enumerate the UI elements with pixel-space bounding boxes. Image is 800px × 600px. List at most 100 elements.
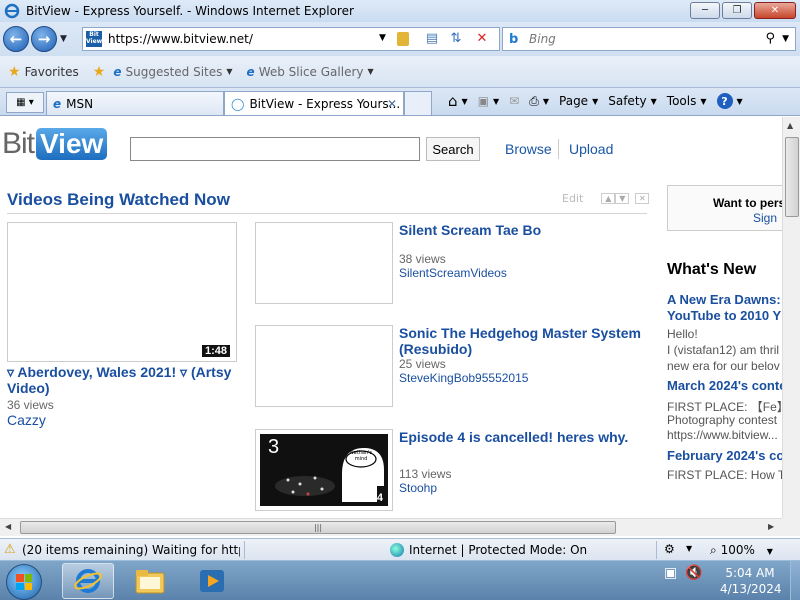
new-tab-button[interactable] (404, 91, 432, 115)
quick-tabs-button[interactable]: ▦ ▾ (6, 92, 44, 113)
zoom-control[interactable]: ⌕ 100% ▼ (710, 543, 773, 558)
close-section-icon[interactable]: ✕ (635, 193, 650, 204)
restore-button[interactable]: ❐ (722, 2, 752, 19)
video-user[interactable]: Stoohp (399, 481, 644, 495)
favorites-button[interactable]: ★ Favorites (8, 64, 79, 80)
minimize-button[interactable]: ─ (690, 2, 720, 19)
video-thumbnail[interactable]: 3 Nathan's mind 7:14 (255, 429, 393, 511)
chevron-down-icon[interactable]: ▼ (686, 544, 692, 553)
sign-in-link[interactable]: Sign (753, 211, 777, 225)
back-button[interactable]: ← (3, 26, 29, 52)
news-heading[interactable]: February 2024's co (667, 448, 782, 463)
taskbar-internet-explorer[interactable] (62, 563, 114, 599)
volume-muted-icon[interactable]: 🔇 (685, 565, 702, 581)
news-heading[interactable]: A New Era Dawns: (667, 292, 782, 307)
show-desktop-button[interactable] (790, 561, 800, 600)
video-user[interactable]: SilentScreamVideos (399, 266, 644, 280)
featured-video-info: ▿ Aberdovey, Wales 2021! ▿ (Artsy Video)… (7, 364, 237, 428)
sign-in-box: Want to pers Sign (667, 185, 782, 231)
video-info: Sonic The Hedgehog Master System (Resubi… (399, 325, 644, 385)
refresh-icon[interactable]: ⇅ (447, 31, 465, 47)
mail-icon: ✉ (509, 94, 520, 108)
horizontal-scrollbar[interactable]: ◀ ||| ▶ (0, 518, 782, 536)
search-dropdown-icon[interactable]: ▼ (782, 34, 789, 44)
featured-video-user[interactable]: Cazzy (7, 412, 237, 428)
video-duration: 1:48 (201, 345, 230, 357)
bitview-logo[interactable]: Bit View (2, 127, 108, 161)
featured-video-title[interactable]: ▿ Aberdovey, Wales 2021! ▿ (Artsy Video) (7, 364, 237, 396)
address-bar[interactable]: Bit View https://www.bitview.net/ ▼ ▤ ⇅ ✕ (82, 27, 500, 51)
upload-link[interactable]: Upload (569, 141, 613, 157)
ie-icon (74, 569, 102, 593)
home-button[interactable]: ⌂ ▼ (448, 92, 468, 110)
scroll-right-icon[interactable]: ▶ (768, 522, 774, 531)
sign-in-box-title: Want to pers (713, 196, 782, 210)
tools-menu[interactable]: Tools ▼ (667, 94, 707, 108)
tab-bitview[interactable]: ◯ BitView - Express Yours... ✕ (224, 91, 404, 115)
scroll-left-icon[interactable]: ◀ (5, 522, 11, 531)
site-search-button[interactable]: Search (426, 137, 480, 161)
move-up-icon[interactable]: ▲ (601, 193, 616, 204)
page-menu[interactable]: Page ▼ (559, 94, 598, 108)
vertical-scrollbar[interactable]: ▲ (782, 117, 800, 518)
video-duration: 7:14 (360, 492, 383, 504)
site-search-input[interactable] (130, 137, 420, 161)
horizontal-scroll-thumb[interactable]: ||| (20, 521, 616, 534)
video-thumbnail[interactable] (255, 222, 393, 304)
privacy-icon[interactable]: ⚙ (664, 542, 675, 556)
suggested-sites-link[interactable]: e Suggested Sites ▼ (113, 65, 232, 79)
logo-view-text: View (36, 128, 108, 160)
video-thumbnail[interactable] (255, 325, 393, 407)
edit-link[interactable]: Edit (562, 192, 583, 205)
start-button[interactable] (6, 564, 42, 600)
tab-label: BitView - Express Yours... (249, 96, 401, 111)
move-down-icon[interactable]: ▼ (615, 193, 630, 204)
video-title[interactable]: Sonic The Hedgehog Master System (Resubi… (399, 325, 644, 357)
lock-icon[interactable] (397, 32, 409, 46)
network-icon[interactable]: ▣ (664, 565, 677, 581)
close-tab-icon[interactable]: ✕ (387, 97, 397, 111)
vertical-scroll-thumb[interactable] (785, 137, 799, 217)
featured-video-views: 36 views (7, 398, 54, 412)
recent-pages-dropdown[interactable]: ▼ (60, 34, 67, 44)
chevron-down-icon: ▼ (766, 547, 773, 556)
news-heading[interactable]: March 2024's conte (667, 378, 782, 393)
status-bar: ⚠ (20 items remaining) Waiting for https… (0, 538, 800, 560)
video-title[interactable]: Silent Scream Tae Bo (399, 222, 644, 238)
address-url[interactable]: https://www.bitview.net/ (108, 32, 253, 46)
security-zone[interactable]: Internet | Protected Mode: On (390, 543, 587, 557)
zoom-level: 100% (720, 543, 755, 557)
browse-link[interactable]: Browse (505, 141, 552, 157)
compatibility-view-icon[interactable]: ▤ (423, 31, 441, 47)
news-text: https://www.bitview... (667, 428, 778, 442)
help-button[interactable]: ? ▼ (716, 93, 743, 109)
taskbar-media-player[interactable] (186, 563, 238, 599)
featured-video-thumbnail[interactable]: 1:48 (7, 222, 237, 362)
search-placeholder[interactable]: Bing (529, 32, 556, 46)
close-button[interactable]: ✕ (754, 2, 796, 19)
read-mail-button[interactable]: ✉ (509, 94, 519, 108)
video-title[interactable]: Episode 4 is cancelled! heres why. (399, 429, 644, 445)
chevron-down-icon: ▼ (650, 96, 657, 106)
address-dropdown-icon[interactable]: ▼ (379, 33, 386, 43)
web-slice-gallery-link[interactable]: e Web Slice Gallery ▼ (247, 65, 374, 79)
safety-menu[interactable]: Safety ▼ (608, 94, 657, 108)
stop-icon[interactable]: ✕ (473, 31, 491, 47)
forward-button[interactable]: → (31, 26, 57, 52)
search-box[interactable]: b Bing ⚲ ▼ (502, 27, 796, 51)
loading-icon: ◯ (231, 96, 245, 111)
chevron-down-icon: ▼ (461, 96, 468, 106)
clock[interactable]: 5:04 AM 4/13/2024 (720, 565, 782, 597)
add-to-favorites-bar-button[interactable]: ★ (93, 64, 110, 80)
warning-icon: ⚠ (4, 542, 16, 557)
video-user[interactable]: SteveKingBob95552015 (399, 371, 644, 385)
news-heading[interactable]: YouTube to 2010 Y (667, 308, 782, 323)
status-divider (244, 541, 245, 559)
tab-msn[interactable]: e MSN (46, 91, 224, 115)
video-info: Episode 4 is cancelled! heres why. 113 v… (399, 429, 644, 495)
search-icon[interactable]: ⚲ (765, 31, 775, 46)
print-button[interactable]: ⎙ ▼ (529, 94, 549, 109)
feeds-button[interactable]: ▣ ▼ (478, 94, 500, 108)
taskbar-windows-explorer[interactable] (124, 563, 176, 599)
scroll-up-icon[interactable]: ▲ (787, 121, 793, 130)
